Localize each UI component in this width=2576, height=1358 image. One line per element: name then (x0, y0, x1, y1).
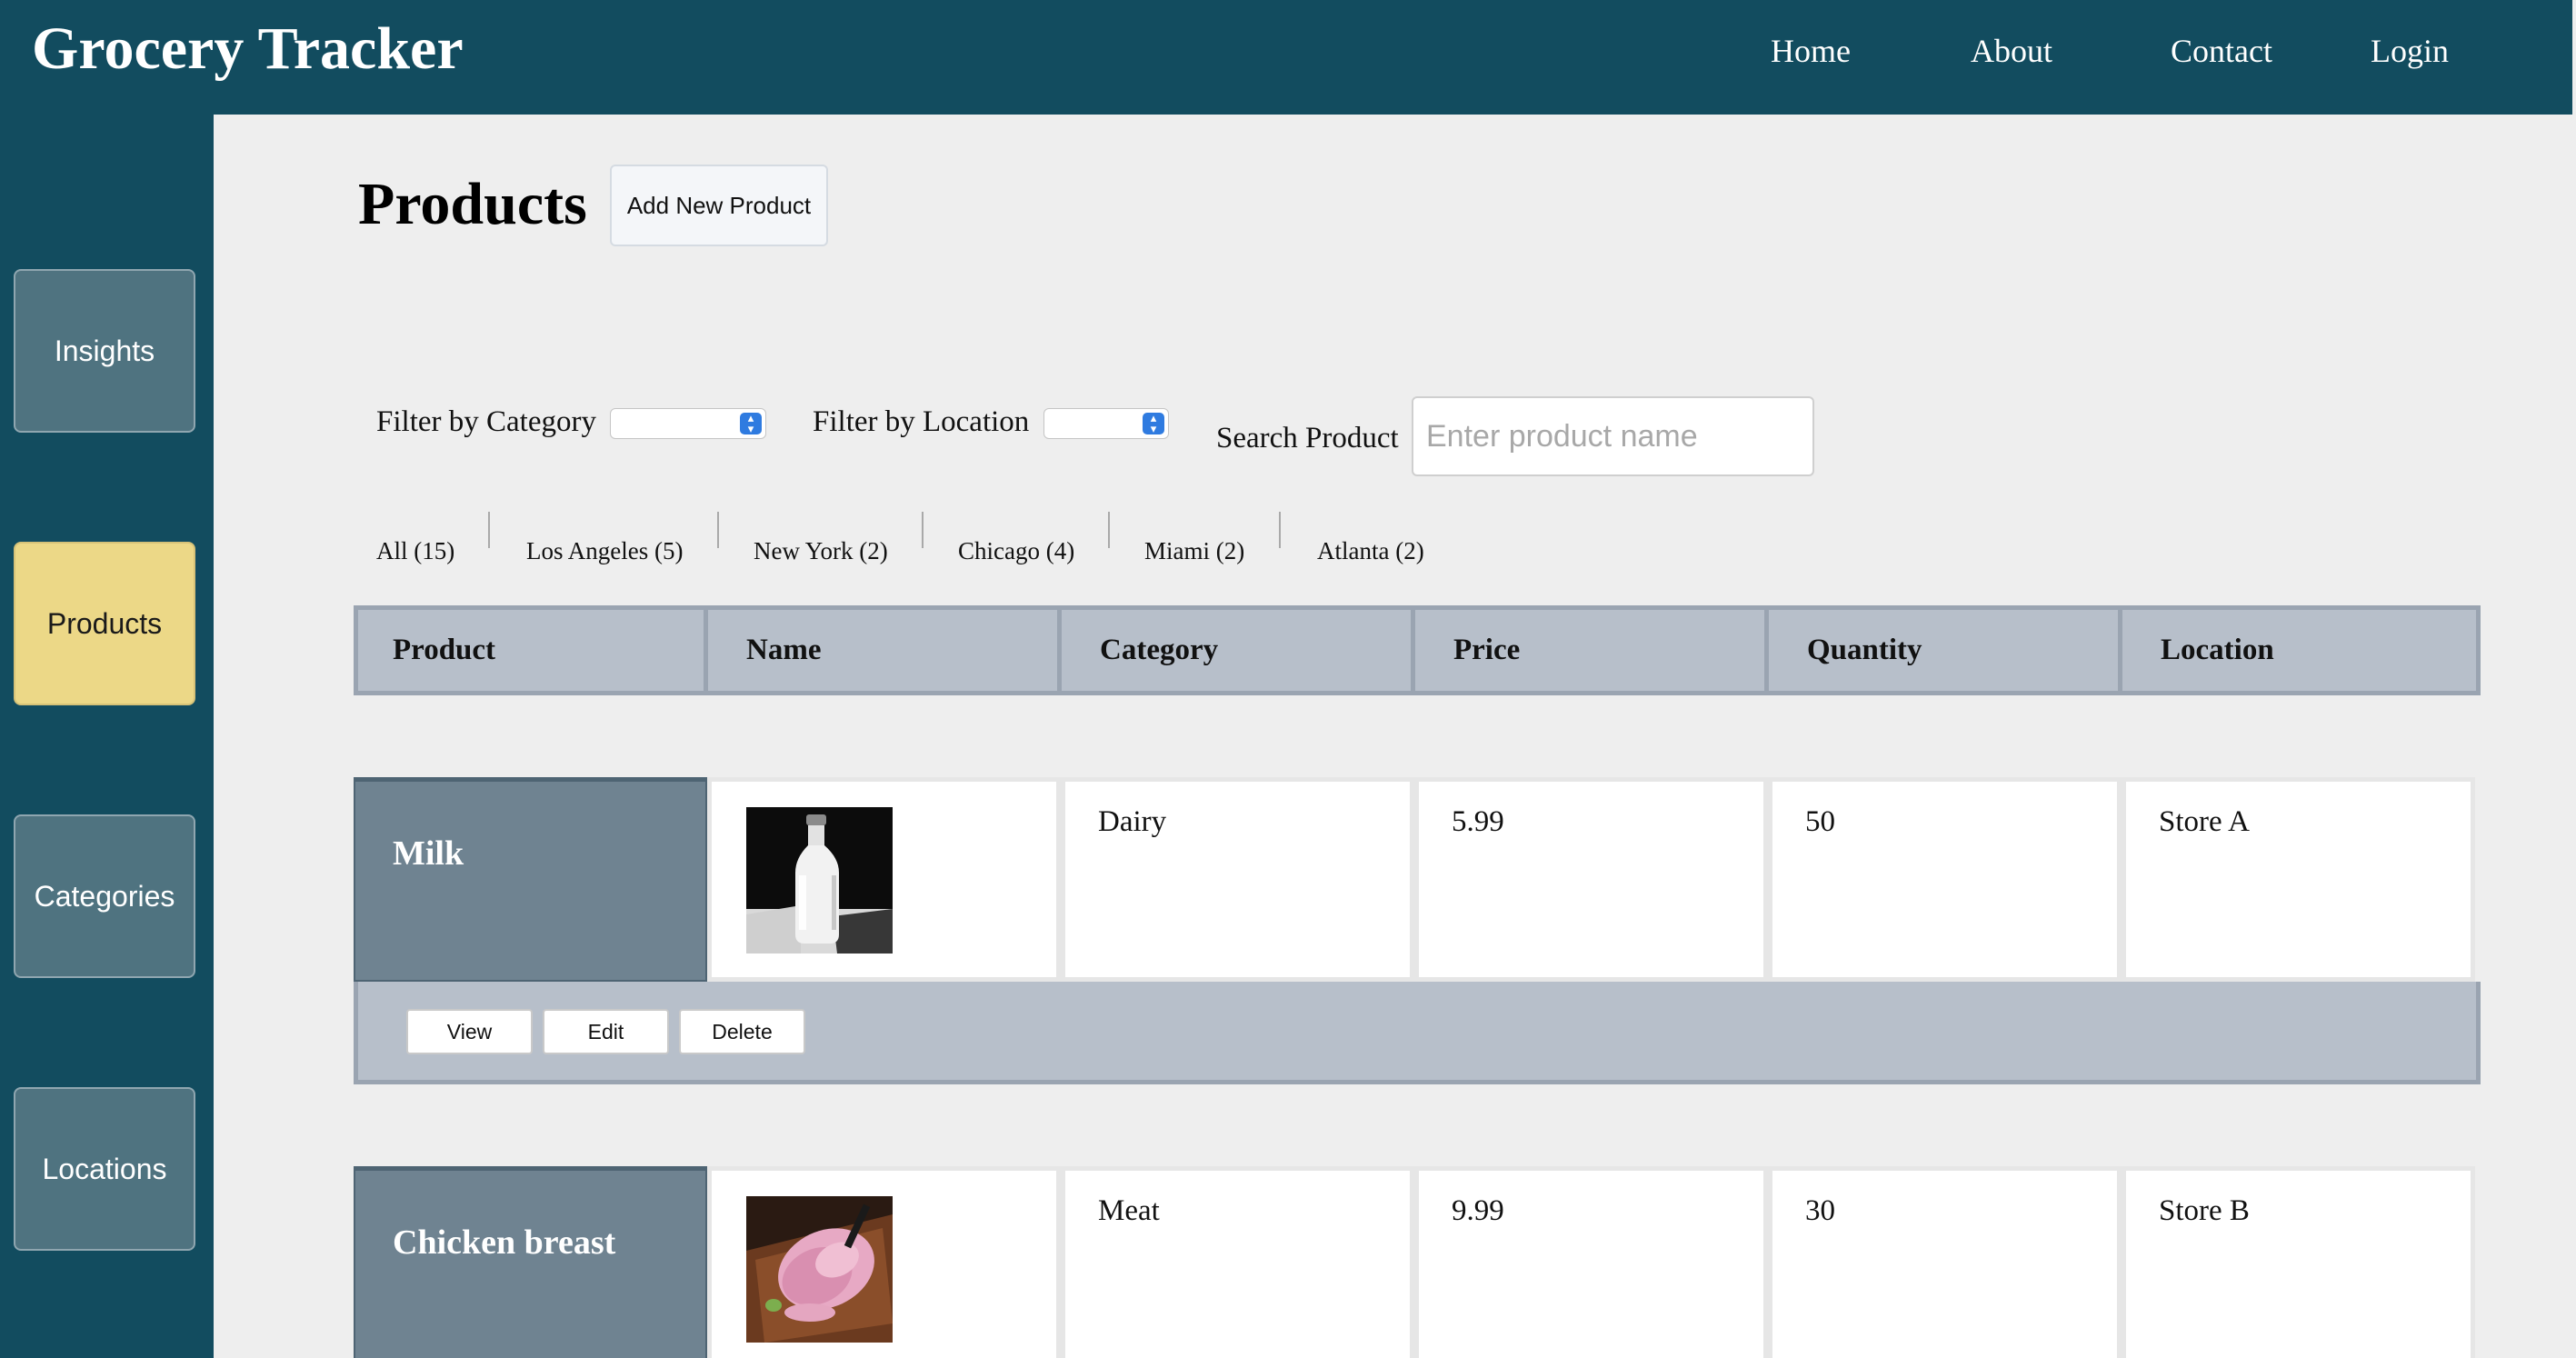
quantity-value: 50 (1805, 805, 1835, 838)
tab-divider (922, 512, 924, 548)
tab-divider (488, 512, 490, 548)
sidebar-item-locations[interactable]: Locations (14, 1087, 195, 1251)
filter-category-label: Filter by Category (376, 405, 596, 438)
top-navbar: Grocery Tracker Home About Contact Login (0, 0, 2572, 115)
raw-chicken-photo (746, 1196, 893, 1343)
image-cell (707, 777, 1061, 982)
location-value: Store B (2159, 1194, 2250, 1227)
price-cell: 9.99 (1414, 1166, 1768, 1358)
nav-contact-link[interactable]: Contact (2171, 27, 2272, 75)
row-actions: View Edit Delete (354, 982, 2481, 1084)
image-cell (707, 1166, 1061, 1358)
column-header-name: Name (712, 610, 1062, 691)
product-cell: Milk (354, 777, 707, 982)
milk-bottle-photo (746, 807, 893, 954)
nav-about-link[interactable]: About (1971, 27, 2052, 75)
quantity-cell: 50 (1768, 777, 2122, 982)
location-tab-miami[interactable]: Miami (2) (1144, 533, 1244, 569)
price-cell: 5.99 (1414, 777, 1768, 982)
location-cell: Store A (2122, 777, 2475, 982)
location-tab-all[interactable]: All (15) (376, 533, 454, 569)
tab-divider (1108, 512, 1110, 548)
location-tab-atlanta[interactable]: Atlanta (2) (1317, 533, 1424, 569)
category-cell: Meat (1061, 1166, 1414, 1358)
price-value: 5.99 (1452, 805, 1504, 838)
tab-divider (1279, 512, 1281, 548)
price-value: 9.99 (1452, 1194, 1504, 1227)
search-product-label: Search Product (1216, 422, 1399, 454)
nav-home-link[interactable]: Home (1771, 27, 1851, 75)
app-title: Grocery Tracker (32, 15, 464, 82)
nav-login-link[interactable]: Login (2371, 27, 2449, 75)
category-value: Meat (1098, 1194, 1160, 1227)
quantity-value: 30 (1805, 1194, 1835, 1227)
product-name: Milk (393, 834, 464, 873)
delete-button[interactable]: Delete (679, 1009, 805, 1054)
tab-divider (717, 512, 719, 548)
select-arrows-icon: ▴ ▾ (1143, 413, 1164, 435)
table-row: Milk Dairy 5.99 50 Store A View Edit Del… (354, 777, 2481, 1084)
column-header-price: Price (1419, 610, 1769, 691)
location-value: Store A (2159, 805, 2250, 838)
view-button[interactable]: View (406, 1009, 533, 1054)
column-header-quantity: Quantity (1772, 610, 2122, 691)
sidebar: Insights Products Categories Locations (0, 115, 214, 1358)
sidebar-item-categories[interactable]: Categories (14, 814, 195, 978)
category-value: Dairy (1098, 805, 1167, 838)
location-tab-chicago[interactable]: Chicago (4) (958, 533, 1074, 569)
filter-location-label: Filter by Location (813, 405, 1030, 438)
location-cell: Store B (2122, 1166, 2475, 1358)
table-row: Chicken breast Meat 9.99 30 Store B (354, 1166, 2481, 1358)
product-cell: Chicken breast (354, 1166, 707, 1358)
table-header: Product Name Category Price Quantity Loc… (354, 605, 2481, 695)
quantity-cell: 30 (1768, 1166, 2122, 1358)
edit-button[interactable]: Edit (543, 1009, 669, 1054)
filter-location-select[interactable]: ▴ ▾ (1043, 408, 1169, 439)
column-header-location: Location (2161, 634, 2274, 666)
sidebar-item-insights[interactable]: Insights (14, 269, 195, 433)
location-tab-new-york[interactable]: New York (2) (754, 533, 888, 569)
page-title: Products (358, 171, 587, 237)
select-arrows-icon: ▴ ▾ (740, 413, 762, 435)
sidebar-item-products[interactable]: Products (14, 542, 195, 705)
search-product-input[interactable] (1412, 396, 1814, 476)
filter-category-select[interactable]: ▴ ▾ (610, 408, 766, 439)
location-tab-los-angeles[interactable]: Los Angeles (5) (526, 533, 683, 569)
product-name: Chicken breast (393, 1223, 616, 1262)
column-header-product: Product (358, 610, 708, 691)
category-cell: Dairy (1061, 777, 1414, 982)
add-new-product-button[interactable]: Add New Product (610, 165, 828, 246)
column-header-category: Category (1065, 610, 1415, 691)
